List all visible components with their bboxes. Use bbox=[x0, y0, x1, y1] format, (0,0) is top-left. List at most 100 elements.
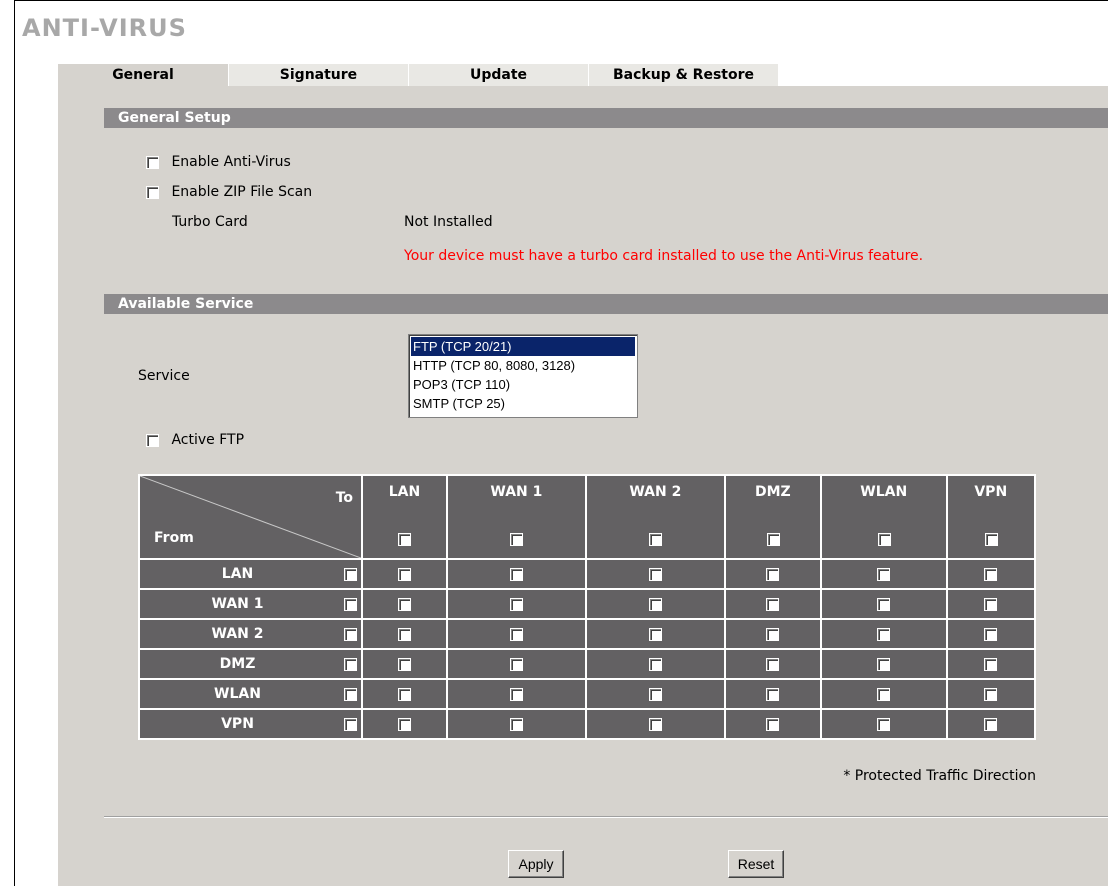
direction-checkbox[interactable] bbox=[984, 717, 998, 731]
row-header-vpn: VPN bbox=[140, 710, 361, 738]
direction-checkbox[interactable] bbox=[397, 687, 411, 701]
row-header-wan1: WAN 1 bbox=[140, 590, 361, 618]
direction-checkbox[interactable] bbox=[509, 717, 523, 731]
direction-checkbox[interactable] bbox=[648, 597, 662, 611]
direction-checkbox[interactable] bbox=[509, 687, 523, 701]
row-select-all-checkbox[interactable] bbox=[344, 598, 357, 611]
tab-update[interactable]: Update bbox=[408, 64, 588, 86]
row-label: VPN bbox=[221, 716, 254, 732]
row-header-wan2: WAN 2 bbox=[140, 620, 361, 648]
service-listbox[interactable]: FTP (TCP 20/21) HTTP (TCP 80, 8080, 3128… bbox=[408, 334, 638, 418]
from-label: From bbox=[154, 530, 194, 546]
reset-button[interactable]: Reset bbox=[728, 850, 784, 878]
direction-checkbox[interactable] bbox=[984, 597, 998, 611]
active-ftp-label: Active FTP bbox=[171, 432, 245, 448]
matrix-row-lan: LAN bbox=[140, 560, 1034, 588]
service-option-ftp[interactable]: FTP (TCP 20/21) bbox=[411, 337, 635, 356]
column-header-vpn: VPN bbox=[947, 476, 1034, 558]
matrix-row-wlan: WLAN bbox=[140, 680, 1034, 708]
general-setup-header: General Setup bbox=[104, 108, 1108, 128]
enable-zip-scan-row: Enable ZIP File Scan bbox=[146, 184, 312, 200]
direction-checkbox[interactable] bbox=[648, 687, 662, 701]
direction-checkbox[interactable] bbox=[984, 687, 998, 701]
to-label: To bbox=[335, 490, 353, 506]
service-option-smtp[interactable]: SMTP (TCP 25) bbox=[411, 394, 635, 413]
direction-checkbox[interactable] bbox=[877, 597, 891, 611]
row-label: DMZ bbox=[219, 656, 256, 672]
tab-backup-restore[interactable]: Backup & Restore bbox=[588, 64, 778, 86]
direction-checkbox[interactable] bbox=[397, 597, 411, 611]
column-label: LAN bbox=[388, 484, 421, 500]
column-header-wan1: WAN 1 bbox=[447, 476, 585, 558]
column-select-all-checkbox[interactable] bbox=[649, 533, 663, 546]
general-panel: General Setup Enable Anti-Virus Enable Z… bbox=[58, 86, 1108, 886]
direction-checkbox[interactable] bbox=[397, 657, 411, 671]
column-label: WLAN bbox=[860, 484, 908, 500]
direction-checkbox[interactable] bbox=[397, 717, 411, 731]
direction-checkbox[interactable] bbox=[766, 687, 780, 701]
row-select-all-checkbox[interactable] bbox=[344, 628, 357, 641]
row-header-wlan: WLAN bbox=[140, 680, 361, 708]
column-select-all-checkbox[interactable] bbox=[766, 533, 780, 546]
direction-checkbox[interactable] bbox=[984, 657, 998, 671]
direction-checkbox[interactable] bbox=[397, 627, 411, 641]
column-header-dmz: DMZ bbox=[725, 476, 820, 558]
column-label: WAN 2 bbox=[629, 484, 682, 500]
apply-button[interactable]: Apply bbox=[508, 850, 564, 878]
turbo-card-value: Not Installed bbox=[404, 214, 493, 230]
column-label: DMZ bbox=[755, 484, 791, 500]
row-select-all-checkbox[interactable] bbox=[344, 718, 357, 731]
direction-checkbox[interactable] bbox=[648, 567, 662, 581]
enable-antivirus-label: Enable Anti-Virus bbox=[171, 154, 291, 170]
direction-checkbox[interactable] bbox=[766, 597, 780, 611]
traffic-direction-matrix: To From LAN WAN 1 WAN 2 DMZ WLAN VPN LAN bbox=[138, 474, 1036, 740]
direction-checkbox[interactable] bbox=[877, 627, 891, 641]
column-header-wlan: WLAN bbox=[821, 476, 946, 558]
service-option-http[interactable]: HTTP (TCP 80, 8080, 3128) bbox=[411, 356, 635, 375]
direction-checkbox[interactable] bbox=[877, 717, 891, 731]
column-select-all-checkbox[interactable] bbox=[398, 533, 412, 546]
matrix-row-vpn: VPN bbox=[140, 710, 1034, 738]
direction-checkbox[interactable] bbox=[648, 657, 662, 671]
service-label: Service bbox=[138, 368, 190, 384]
direction-checkbox[interactable] bbox=[509, 627, 523, 641]
matrix-row-dmz: DMZ bbox=[140, 650, 1034, 678]
available-service-header: Available Service bbox=[104, 294, 1108, 314]
service-option-pop3[interactable]: POP3 (TCP 110) bbox=[411, 375, 635, 394]
column-label: WAN 1 bbox=[490, 484, 543, 500]
direction-checkbox[interactable] bbox=[877, 657, 891, 671]
direction-checkbox[interactable] bbox=[766, 627, 780, 641]
column-label: VPN bbox=[974, 484, 1008, 500]
column-select-all-checkbox[interactable] bbox=[984, 533, 998, 546]
direction-checkbox[interactable] bbox=[984, 567, 998, 581]
direction-checkbox[interactable] bbox=[766, 717, 780, 731]
enable-antivirus-row: Enable Anti-Virus bbox=[146, 154, 291, 170]
turbo-card-warning: Your device must have a turbo card insta… bbox=[404, 248, 924, 264]
direction-checkbox[interactable] bbox=[766, 657, 780, 671]
direction-checkbox[interactable] bbox=[766, 567, 780, 581]
direction-checkbox[interactable] bbox=[509, 567, 523, 581]
column-select-all-checkbox[interactable] bbox=[877, 533, 891, 546]
tab-general[interactable]: General bbox=[58, 64, 228, 86]
direction-checkbox[interactable] bbox=[509, 657, 523, 671]
direction-checkbox[interactable] bbox=[397, 567, 411, 581]
row-select-all-checkbox[interactable] bbox=[344, 568, 357, 581]
page-title: ANTI-VIRUS bbox=[22, 14, 187, 42]
active-ftp-row: Active FTP bbox=[146, 432, 244, 448]
matrix-row-wan1: WAN 1 bbox=[140, 590, 1034, 618]
row-label: LAN bbox=[221, 566, 254, 582]
direction-checkbox[interactable] bbox=[877, 687, 891, 701]
direction-checkbox[interactable] bbox=[877, 567, 891, 581]
enable-zip-scan-checkbox[interactable] bbox=[146, 185, 159, 199]
direction-checkbox[interactable] bbox=[509, 597, 523, 611]
tab-signature[interactable]: Signature bbox=[228, 64, 408, 86]
enable-antivirus-checkbox[interactable] bbox=[146, 155, 159, 169]
direction-checkbox[interactable] bbox=[984, 627, 998, 641]
row-select-all-checkbox[interactable] bbox=[344, 658, 357, 671]
direction-checkbox[interactable] bbox=[648, 717, 662, 731]
active-ftp-checkbox[interactable] bbox=[146, 433, 159, 447]
direction-checkbox[interactable] bbox=[648, 627, 662, 641]
footer-divider bbox=[104, 816, 1108, 818]
row-select-all-checkbox[interactable] bbox=[344, 688, 357, 701]
column-select-all-checkbox[interactable] bbox=[510, 533, 524, 546]
